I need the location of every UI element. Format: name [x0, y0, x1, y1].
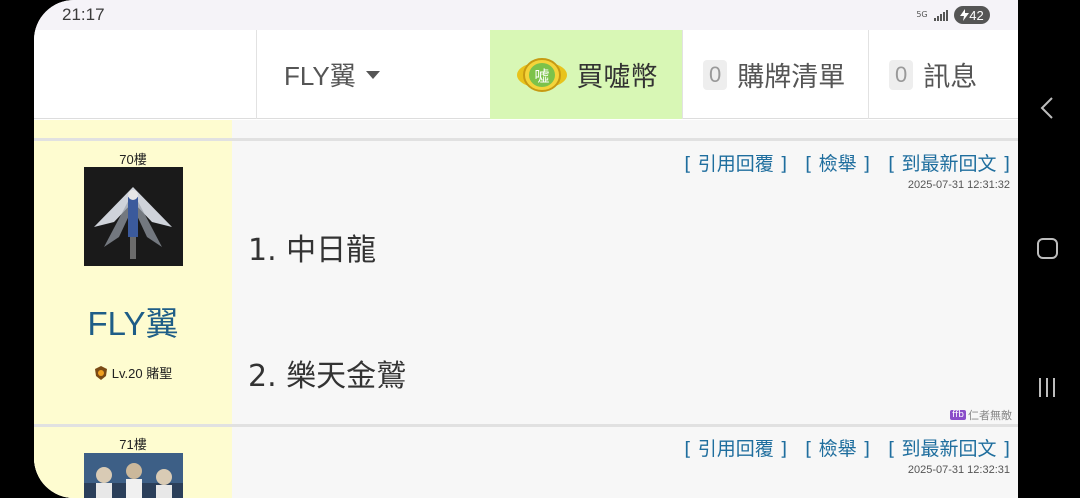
user-menu-label: FLY翼: [284, 61, 356, 91]
user-menu[interactable]: FLY翼: [256, 30, 490, 119]
signal-icon: [934, 9, 948, 21]
top-nav: FLY翼 噓 買噓幣 0 購牌清單 0 訊息: [34, 30, 1018, 119]
network-icon: 5G: [916, 10, 928, 19]
messages-button[interactable]: 0 訊息: [868, 30, 1018, 119]
post-content-line: 1. 中日龍: [248, 233, 377, 268]
battery-level: 42: [969, 7, 984, 23]
quote-reply-link[interactable]: 引用回覆: [684, 149, 787, 176]
floor-number: 70樓: [119, 152, 147, 167]
status-icons: 5G 42: [916, 6, 990, 24]
previous-post-user-column: [34, 120, 232, 138]
status-bar: 21:17 5G 42: [34, 0, 1018, 30]
buy-coin-label: 買噓幣: [576, 62, 658, 93]
post-actions: 引用回覆 檢舉 到最新回文: [684, 434, 1010, 461]
status-time: 21:17: [62, 5, 105, 24]
coin-icon-text: 噓: [534, 67, 549, 85]
report-link[interactable]: 檢舉: [805, 434, 870, 461]
caret-down-icon: [365, 70, 380, 79]
floor-number: 71樓: [119, 437, 147, 452]
purchase-list-button[interactable]: 0 購牌清單: [682, 30, 868, 119]
home-icon[interactable]: [1037, 238, 1058, 259]
buy-coin-button[interactable]: 噓 買噓幣: [490, 30, 682, 119]
recent-apps-icon[interactable]: [1039, 378, 1055, 397]
bolt-icon: [960, 9, 970, 21]
app-screen: 21:17 5G 42 FLY翼 噓 買噓幣 0 購牌清單 0 訊息 70樓 F…: [34, 0, 1018, 498]
post-signature: ffb 仁者無敵: [950, 407, 1012, 423]
coin-icon: 噓: [516, 57, 567, 92]
back-chevron-icon[interactable]: [1040, 97, 1054, 119]
post-actions: 引用回覆 檢舉 到最新回文: [684, 149, 1010, 176]
signature-text: 仁者無敵: [968, 409, 1012, 422]
messages-count: 0: [889, 59, 914, 90]
signature-tag: ffb: [950, 410, 966, 420]
user-level-text: Lv.20 賭聖: [111, 366, 173, 381]
user-level: Lv.20 賭聖: [34, 363, 232, 382]
user-avatar[interactable]: [84, 453, 183, 498]
purchase-list-count: 0: [703, 59, 728, 90]
goto-latest-link[interactable]: 到最新回文: [888, 434, 1010, 461]
post-71: 71樓 引用回覆 檢舉 到最新回文 2025-07-31 12:32:31: [34, 424, 1018, 498]
post-content-line: 2. 樂天金鷲: [248, 359, 407, 394]
post-timestamp: 2025-07-31 12:31:32: [907, 179, 1010, 191]
username-link[interactable]: FLY翼: [34, 297, 232, 345]
goto-latest-link[interactable]: 到最新回文: [888, 149, 1010, 176]
report-link[interactable]: 檢舉: [805, 149, 870, 176]
messages-label: 訊息: [923, 62, 978, 93]
level-badge-icon: [94, 365, 107, 380]
purchase-list-label: 購牌清單: [737, 62, 846, 93]
battery-icon: 42: [954, 6, 990, 24]
user-avatar[interactable]: [84, 167, 183, 266]
quote-reply-link[interactable]: 引用回覆: [684, 434, 787, 461]
post-timestamp: 2025-07-31 12:32:31: [907, 464, 1010, 476]
post-70: 70樓 FLY翼 Lv.20 賭聖 引用回覆 檢舉 到最新回文 2025-07-…: [34, 138, 1018, 424]
previous-post-remnant: [34, 120, 1018, 138]
